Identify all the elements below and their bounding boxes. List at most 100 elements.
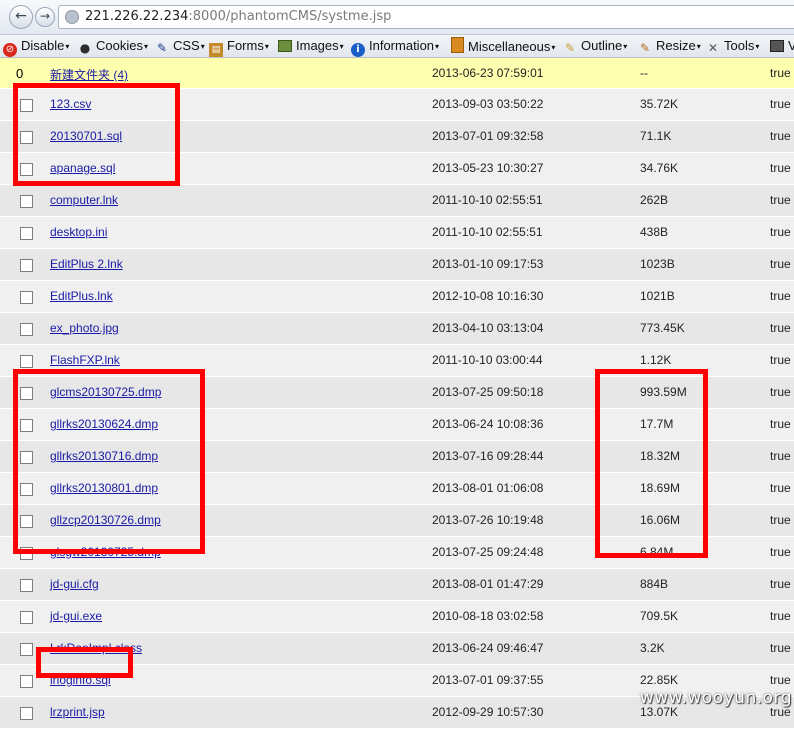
toolbar-resize[interactable]: ✎ Resize▾ <box>638 37 701 55</box>
resize-icon: ✎ <box>639 41 651 55</box>
file-name-link[interactable]: EditPlus.lnk <box>50 289 113 303</box>
file-name-link[interactable]: apanage.sql <box>50 161 115 175</box>
file-checkbox[interactable] <box>20 259 33 272</box>
file-name-link[interactable]: 20130701.sql <box>50 129 122 143</box>
file-name-link[interactable]: EditPlus 2.lnk <box>50 257 123 271</box>
file-flag: true <box>770 673 791 687</box>
forms-icon: ▤ <box>209 43 223 57</box>
file-checkbox[interactable] <box>20 131 33 144</box>
file-flag: true <box>770 417 791 431</box>
file-name-link[interactable]: 123.csv <box>50 97 91 111</box>
toolbar-miscellaneous[interactable]: Miscellaneous▾ <box>451 37 555 55</box>
file-flag: true <box>770 481 791 495</box>
file-checkbox[interactable] <box>20 195 33 208</box>
file-flag: true <box>770 545 791 559</box>
address-bar[interactable]: 221.226.22.234:8000/phantomCMS/systme.js… <box>58 5 794 29</box>
file-date: 2010-08-18 03:02:58 <box>432 609 544 623</box>
file-name-link[interactable]: lrloginfo.sql <box>50 673 111 687</box>
file-name-link[interactable]: gllzcp20130726.dmp <box>50 513 161 527</box>
dropdown-arrow-icon: ▾ <box>200 42 205 51</box>
file-flag: true <box>770 97 791 111</box>
file-name-link[interactable]: lrzprint.jsp <box>50 705 105 719</box>
file-rows: 123.csv 2013-09-03 03:50:22 35.72K true 2013… <box>0 89 794 729</box>
file-name-link[interactable]: desktop.ini <box>50 225 107 239</box>
file-name-link[interactable]: jd-gui.cfg <box>50 577 99 591</box>
file-name-link[interactable]: gllrks20130801.dmp <box>50 481 158 495</box>
file-row: apanage.sql 2013-05-23 10:30:27 34.76K true <box>0 153 794 185</box>
file-checkbox[interactable] <box>20 163 33 176</box>
file-flag: true <box>770 257 791 271</box>
file-checkbox[interactable] <box>20 99 33 112</box>
file-flag: true <box>770 129 791 143</box>
toolbar-view-source[interactable]: V <box>770 37 794 55</box>
url-text[interactable]: 221.226.22.234:8000/phantomCMS/systme.js… <box>85 9 391 24</box>
folder-size: -- <box>640 66 648 80</box>
file-flag: true <box>770 193 791 207</box>
file-row: ex_photo.jpg 2013-04-10 03:13:04 773.45K tr… <box>0 313 794 345</box>
file-checkbox[interactable] <box>20 451 33 464</box>
toolbar-information[interactable]: i Information▾ <box>351 37 439 57</box>
file-checkbox[interactable] <box>20 579 33 592</box>
file-checkbox[interactable] <box>20 515 33 528</box>
folder-row: 0 新建文件夹 (4) 2013-06-23 07:59:01 -- true <box>0 58 794 89</box>
file-date: 2013-06-24 10:08:36 <box>432 417 544 431</box>
file-row: EditPlus.lnk 2012-10-08 10:16:30 1021B true <box>0 281 794 313</box>
file-size: 22.85K <box>640 673 679 687</box>
toolbar-forms[interactable]: ▤ Forms▾ <box>209 37 269 57</box>
file-checkbox[interactable] <box>20 611 33 624</box>
globe-icon <box>65 10 79 24</box>
file-checkbox[interactable] <box>20 675 33 688</box>
file-name-link[interactable]: jd-gui.exe <box>50 609 102 623</box>
file-row: glcms20130725.dmp 2013-07-25 09:50:18 993.… <box>0 377 794 409</box>
file-date: 2011-10-10 03:00:44 <box>432 353 543 367</box>
file-checkbox[interactable] <box>20 323 33 336</box>
file-row: gllrks20130801.dmp 2013-08-01 01:06:08 18.… <box>0 473 794 505</box>
file-checkbox[interactable] <box>20 355 33 368</box>
folder-link[interactable]: 新建文件夹 (4) <box>50 66 128 83</box>
toolbar-label: CSS <box>173 38 200 53</box>
file-list: 0 新建文件夹 (4) 2013-06-23 07:59:01 -- true … <box>0 58 794 729</box>
file-size: 16.06M <box>640 513 681 527</box>
forward-button[interactable]: → <box>35 7 55 27</box>
file-flag: true <box>770 609 791 623</box>
dropdown-arrow-icon: ▾ <box>551 43 556 52</box>
file-row: gllrks20130624.dmp 2013-06-24 10:08:36 17.… <box>0 409 794 441</box>
file-size: 709.5K <box>640 609 679 623</box>
file-name-link[interactable]: glcms20130725.dmp <box>50 385 161 399</box>
view-source-icon <box>770 40 784 52</box>
file-row: FlashFXP.lnk 2011-10-10 03:00:44 1.12K true <box>0 345 794 377</box>
file-size: 993.59M <box>640 385 687 399</box>
file-size: 17.7M <box>640 417 674 431</box>
file-checkbox[interactable] <box>20 419 33 432</box>
toolbar-label: Resize <box>656 38 696 53</box>
file-checkbox[interactable] <box>20 707 33 720</box>
file-date: 2013-07-01 09:32:58 <box>432 129 544 143</box>
file-checkbox[interactable] <box>20 291 33 304</box>
toolbar-cookies[interactable]: ● Cookies▾ <box>78 37 148 55</box>
toolbar-outline[interactable]: ✎ Outline▾ <box>563 37 627 55</box>
file-checkbox[interactable] <box>20 387 33 400</box>
toolbar-images[interactable]: Images▾ <box>278 37 344 55</box>
toolbar-css[interactable]: ✎ CSS▾ <box>155 37 205 55</box>
file-checkbox[interactable] <box>20 227 33 240</box>
images-icon <box>278 40 292 52</box>
file-checkbox[interactable] <box>20 483 33 496</box>
toolbar-label: Tools <box>724 38 755 53</box>
file-name-link[interactable]: gllrks20130624.dmp <box>50 417 158 431</box>
toolbar-disable[interactable]: ⊘ Disable▾ <box>3 37 69 57</box>
file-checkbox[interactable] <box>20 547 33 560</box>
file-flag: true <box>770 353 791 367</box>
back-button[interactable]: ← <box>9 5 33 29</box>
file-name-link[interactable]: ex_photo.jpg <box>50 321 119 335</box>
toolbar-tools[interactable]: ✕ Tools▾ <box>706 37 759 55</box>
file-checkbox[interactable] <box>20 643 33 656</box>
file-name-link[interactable]: computer.lnk <box>50 193 118 207</box>
file-name-link[interactable]: FlashFXP.lnk <box>50 353 120 367</box>
file-name-link[interactable]: glsgw20130725.dmp <box>50 545 161 559</box>
file-size: 884B <box>640 577 669 591</box>
file-name-link[interactable]: LrkDaoImpl.class <box>50 641 142 655</box>
dropdown-arrow-icon: ▾ <box>755 42 760 51</box>
arrow-right-icon: → <box>39 9 51 23</box>
file-name-link[interactable]: gllrks20130716.dmp <box>50 449 158 463</box>
file-date: 2013-07-26 10:19:48 <box>432 513 544 527</box>
